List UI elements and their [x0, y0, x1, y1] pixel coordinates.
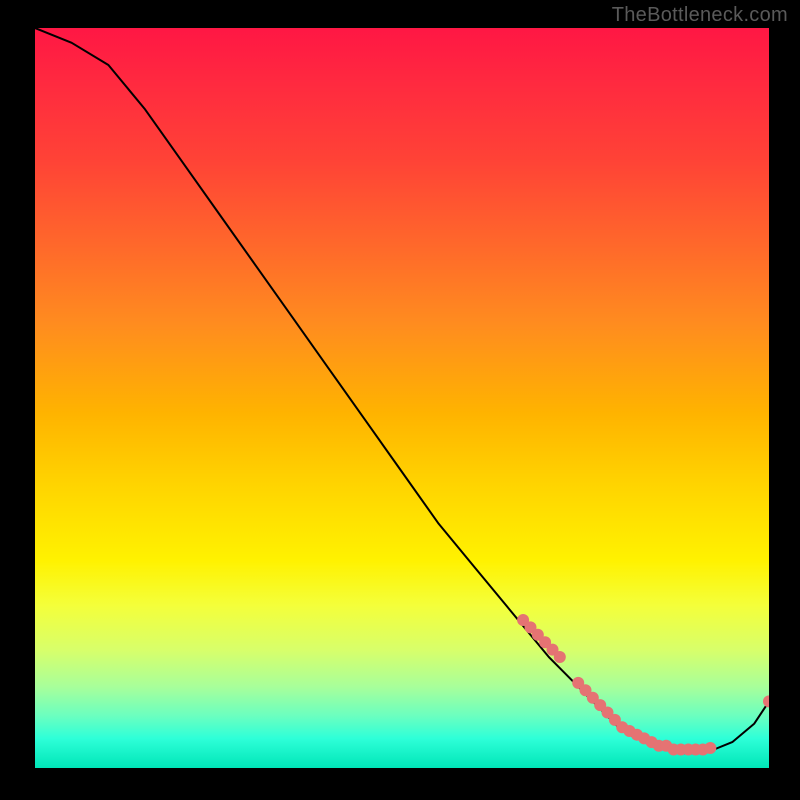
bottleneck-curve-path	[35, 28, 769, 753]
plot-area	[35, 28, 769, 768]
marker-point	[763, 695, 769, 707]
marker-point	[704, 742, 716, 754]
watermark-text: TheBottleneck.com	[612, 4, 788, 27]
chart-frame: TheBottleneck.com	[0, 0, 800, 800]
marker-point	[554, 651, 566, 663]
marker-group	[517, 614, 769, 756]
curve-layer	[35, 28, 769, 768]
